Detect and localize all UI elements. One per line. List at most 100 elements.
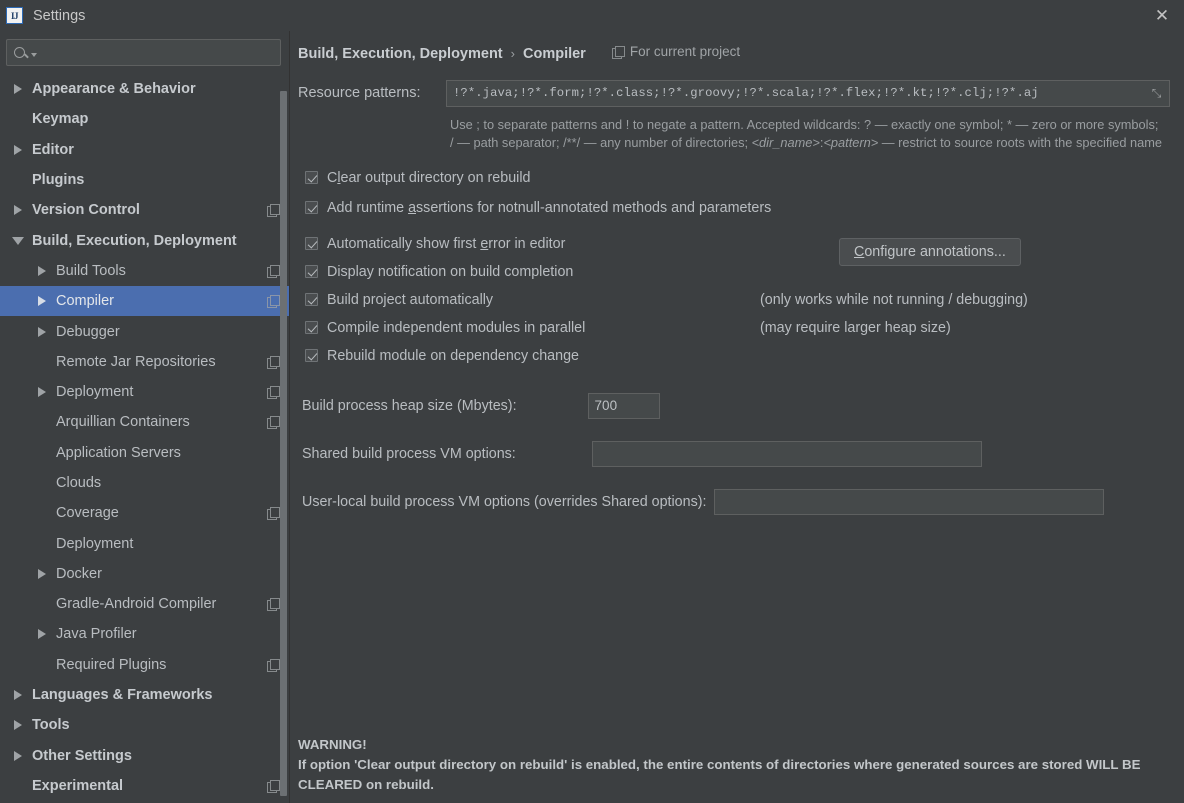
- shared-vm-options-row: Shared build process VM options:: [302, 440, 1170, 467]
- checkbox-rebuild-module-on-dependency[interactable]: [305, 349, 318, 363]
- sidebar-item-required-plugins[interactable]: Required Plugins: [0, 650, 289, 680]
- close-icon[interactable]: ✕: [1140, 0, 1184, 31]
- chevron-right-icon: [14, 144, 22, 155]
- settings-sidebar: Appearance & Behavior Keymap Editor Plugins…: [0, 31, 290, 803]
- expand-arrow-slot[interactable]: [34, 296, 50, 307]
- chevron-right-icon: [14, 690, 22, 701]
- sidebar-item-languages-frameworks[interactable]: Languages & Frameworks: [0, 680, 289, 710]
- sidebar-item-docker[interactable]: Docker: [0, 559, 289, 589]
- sidebar-item-compiler[interactable]: Compiler: [0, 286, 289, 317]
- expand-arrow-slot[interactable]: [10, 690, 26, 701]
- expand-arrow-slot[interactable]: [34, 265, 50, 276]
- expand-icon[interactable]: ⤡: [1150, 86, 1163, 100]
- intellij-logo-icon: IJ: [6, 7, 23, 24]
- sidebar-item-version-control[interactable]: Version Control: [0, 195, 289, 225]
- sidebar-item-application-servers[interactable]: Application Servers: [0, 438, 289, 468]
- breadcrumb-parent[interactable]: Build, Execution, Deployment: [298, 46, 503, 62]
- project-scope-icon: [267, 204, 280, 218]
- sidebar-item-remote-jar-repositories[interactable]: Remote Jar Repositories: [0, 347, 289, 377]
- heap-size-row: Build process heap size (Mbytes): 700: [302, 392, 1170, 419]
- sidebar-item-label: Docker: [56, 565, 102, 582]
- expand-arrow-slot[interactable]: [10, 720, 26, 731]
- sidebar-item-appearance-behavior[interactable]: Appearance & Behavior: [0, 74, 289, 104]
- sidebar-item-clouds[interactable]: Clouds: [0, 468, 289, 498]
- search-icon: [14, 47, 25, 58]
- checkbox-row-rebuild-module-on-dependency[interactable]: Rebuild module on dependency change: [305, 345, 1170, 367]
- checkbox-row-add-runtime-assertions-for[interactable]: Add runtime assertions for notnull-annot…: [305, 197, 1170, 219]
- shared-vm-options-input[interactable]: [591, 440, 982, 467]
- heap-size-input[interactable]: 700: [587, 392, 660, 419]
- chevron-right-icon: [14, 720, 22, 731]
- sidebar-item-label: Application Servers: [56, 444, 181, 461]
- expand-arrow-slot[interactable]: [10, 84, 26, 95]
- warning-title: WARNING!: [298, 737, 367, 753]
- sidebar-item-label: Keymap: [32, 111, 89, 128]
- checkbox-build-project-automatically[interactable]: [305, 293, 318, 307]
- checkbox-label: Build project automatically: [327, 291, 494, 308]
- sidebar-item-build-tools[interactable]: Build Tools: [0, 256, 289, 286]
- expand-arrow-slot[interactable]: [10, 205, 26, 216]
- project-scope-icon: [267, 598, 280, 612]
- checkbox-compile-independent-modules-in[interactable]: [305, 321, 318, 335]
- chevron-right-icon: [14, 84, 22, 95]
- settings-tree: Appearance & Behavior Keymap Editor Plugins…: [0, 72, 289, 803]
- chevron-down-icon: [12, 236, 24, 245]
- checkbox-automatically-show-first-error[interactable]: [305, 237, 318, 251]
- sidebar-item-label: Gradle-Android Compiler: [56, 596, 217, 613]
- sidebar-item-plugins[interactable]: Plugins: [0, 165, 289, 195]
- sidebar-item-label: Build, Execution, Deployment: [32, 232, 237, 249]
- expand-arrow-slot[interactable]: [10, 750, 26, 761]
- sidebar-item-debugger[interactable]: Debugger: [0, 316, 289, 346]
- checkbox-display-notification-on-build[interactable]: [305, 265, 318, 279]
- sidebar-item-deployment[interactable]: Deployment: [0, 528, 289, 558]
- sidebar-item-experimental[interactable]: Experimental: [0, 771, 289, 801]
- sidebar-item-other-settings[interactable]: Other Settings: [0, 741, 289, 771]
- sidebar-item-build-execution-deployment[interactable]: Build, Execution, Deployment: [0, 225, 289, 255]
- sidebar-item-label: Deployment: [56, 384, 134, 401]
- expand-arrow-slot[interactable]: [34, 387, 50, 398]
- search-input[interactable]: [6, 39, 281, 66]
- expand-arrow-slot[interactable]: [10, 144, 26, 155]
- checkbox-row-clear-output-directory-on[interactable]: Clear output directory on rebuild: [305, 167, 1170, 189]
- checkbox-clear-output-directory-on[interactable]: [305, 171, 318, 185]
- hint-parallel-heap: (may require larger heap size): [760, 319, 951, 336]
- sidebar-item-deployment[interactable]: Deployment: [0, 377, 289, 407]
- userlocal-vm-options-input[interactable]: [714, 488, 1105, 515]
- sidebar-item-label: Coverage: [56, 505, 119, 522]
- sidebar-item-gradle-android-compiler[interactable]: Gradle-Android Compiler: [0, 589, 289, 619]
- scope-label: For current project: [629, 44, 741, 59]
- sidebar-item-java-profiler[interactable]: Java Profiler: [0, 619, 289, 649]
- sidebar-scrollbar-thumb[interactable]: [280, 91, 287, 796]
- breadcrumb-current: Compiler: [522, 45, 586, 62]
- sidebar-item-label: Debugger: [56, 323, 120, 340]
- sidebar-scrollbar[interactable]: [279, 69, 288, 799]
- expand-arrow-slot[interactable]: [34, 568, 50, 579]
- project-scope-icon: [267, 779, 280, 793]
- sidebar-item-tools[interactable]: Tools: [0, 710, 289, 740]
- checkbox-add-runtime-assertions-for[interactable]: [305, 201, 318, 215]
- sidebar-item-label: Required Plugins: [56, 656, 167, 673]
- expand-arrow-slot[interactable]: [10, 236, 26, 245]
- checkbox-row-automatically-show-first-error[interactable]: Automatically show first error in editor: [305, 233, 1170, 255]
- expand-arrow-slot[interactable]: [34, 629, 50, 640]
- sidebar-item-coverage[interactable]: Coverage: [0, 498, 289, 528]
- userlocal-vm-options-row: User-local build process VM options (ove…: [302, 488, 1170, 515]
- checkbox-label: Add runtime assertions for notnull-annot…: [327, 199, 772, 216]
- sidebar-item-arquillian-containers[interactable]: Arquillian Containers: [0, 407, 289, 437]
- sidebar-item-label: Build Tools: [56, 262, 126, 279]
- compiler-options-list: Clear output directory on rebuild Add run…: [298, 167, 1170, 367]
- configure-annotations-button[interactable]: Configure annotations...: [839, 238, 1021, 266]
- sidebar-item-keymap[interactable]: Keymap: [0, 104, 289, 134]
- checkbox-row-display-notification-on-build[interactable]: Display notification on build completion: [305, 261, 1170, 283]
- shared-vm-options-label: Shared build process VM options:: [302, 445, 516, 462]
- sidebar-item-label: Java Profiler: [56, 626, 137, 643]
- chevron-right-icon: [14, 750, 22, 761]
- sidebar-item-label: Plugins: [32, 172, 85, 189]
- sidebar-item-label: Version Control: [32, 202, 140, 219]
- project-scope-icon: [611, 45, 625, 59]
- expand-arrow-slot[interactable]: [34, 326, 50, 337]
- checkbox-row-compile-independent-modules-in[interactable]: Compile independent modules in parallel (…: [305, 317, 1170, 339]
- sidebar-item-editor[interactable]: Editor: [0, 135, 289, 165]
- checkbox-row-build-project-automatically[interactable]: Build project automatically (only works w…: [305, 289, 1170, 311]
- resource-patterns-input[interactable]: !?*.java;!?*.form;!?*.class;!?*.groovy;!…: [446, 79, 1170, 107]
